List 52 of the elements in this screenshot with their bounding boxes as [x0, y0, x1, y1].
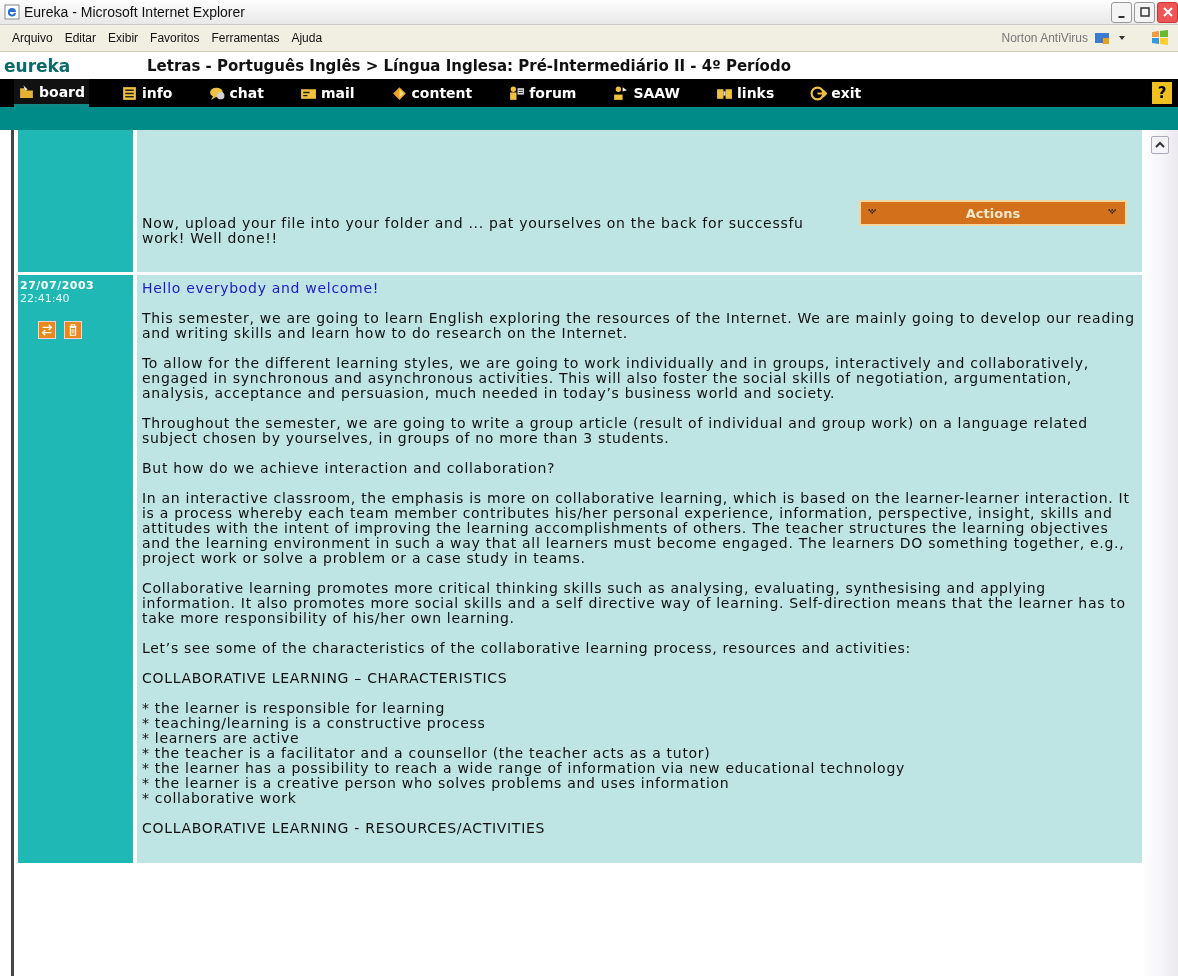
text-line: Now, upload your file into your folder and ... pat yourselves on the back for successfu	[142, 216, 804, 231]
window-title: Eureka - Microsoft Internet Explorer	[24, 4, 246, 20]
help-button[interactable]: ?	[1152, 82, 1172, 104]
forward-button[interactable]	[38, 321, 56, 339]
menu-item[interactable]: Editar	[58, 31, 103, 45]
menu-item[interactable]: Ajuda	[285, 31, 329, 45]
list-item: * the learner has a possibility to reach a wide range of information via new educational technology	[142, 761, 906, 776]
site-logo[interactable]: eureka	[0, 55, 147, 76]
flag-logo-icon	[1150, 28, 1170, 48]
menu-item[interactable]: Favoritos	[144, 31, 206, 45]
swap-arrows-icon	[40, 323, 54, 337]
diamond-icon	[390, 84, 408, 102]
list-item: * teaching/learning is a constructive process	[142, 716, 487, 731]
nav-tab[interactable]: board	[14, 79, 89, 107]
post-title[interactable]: Hello everybody and welcome!	[142, 281, 1136, 296]
scroll-up-button[interactable]	[1151, 136, 1169, 154]
list-icon	[121, 84, 138, 102]
folder-icon	[18, 83, 35, 100]
paragraph: But how do we achieve interaction and collaboration?	[142, 461, 557, 476]
paragraph: Let’s see some of the characteristics of the collaborative learning process, resources and activities:	[142, 641, 912, 656]
list-item: * learners are active	[142, 731, 301, 746]
menu-item[interactable]: Arquivo	[6, 31, 59, 45]
toolbar-label[interactable]: Norton AntiVirus	[1001, 31, 1088, 45]
post-time: 22:41:40	[20, 292, 71, 305]
menu-item[interactable]: Ferramentas	[205, 31, 286, 45]
list-item: * the teacher is a facilitator and a counsellor (the teacher acts as a tutor)	[142, 746, 712, 761]
paragraph: COLLABORATIVE LEARNING - RESOURCES/ACTIVITIES	[142, 821, 547, 836]
paragraph: COLLABORATIVE LEARNING – CHARACTERISTICS	[142, 671, 509, 686]
breadcrumb: Letras - Português Inglês > Língua Inglesa: Pré-Intermediário II - 4º Período	[147, 56, 791, 75]
toolbar-icon[interactable]	[1094, 30, 1110, 46]
caret-up-icon	[1155, 140, 1165, 150]
paragraph: In an interactive classroom, the emphasis is more on collaborative learning, which is based on the learner-learner interaction. It is a process whereby each team member contributes his/her personal experience, information, perspective, insight, skills and attitudes with the intent of improving the learning accomplishments of others. The teacher structures the learning objectives and the learning environment in such a way that all learners must become engaged. The learners DO something together, e.g., project work or solve a problem or a case study in teams.	[142, 491, 1131, 566]
paragraph: This semester, we are going to learn English exploring the resources of the Internet. We are mainly going to develop our reading and writing skills and learn how to do research on the Internet.	[142, 311, 1136, 341]
list-item: * collaborative work	[142, 791, 298, 806]
people-icon	[508, 84, 526, 102]
close-icon	[1162, 7, 1173, 17]
post-date: 27/07/2003	[20, 279, 96, 292]
text-line: work! Well done!!	[142, 231, 278, 246]
browser-icon	[4, 4, 20, 20]
maximize-button[interactable]	[1134, 1, 1155, 23]
list-item: * the learner is a creative person who solves problems and uses information	[142, 776, 731, 791]
paragraph: To allow for the different learning styles, we are going to work individually and in groups, interactively and collaboratively, engaged in synchronous and asynchronous activities. This will also foster the social skills of negotiation, argumentation, analysis, acceptance and persuasion, much needed in today’s business world and society.	[142, 356, 1090, 401]
paragraph: Throughout the semester, we are going to write a group article (result of individual and group work) on a language related subject chosen by yourselves, in groups of no more than 3 students.	[142, 416, 1089, 446]
delete-button[interactable]	[64, 321, 82, 339]
minimize-button[interactable]	[1111, 1, 1132, 23]
dropdown-arrow-icon[interactable]	[1118, 34, 1126, 42]
maximize-icon	[1139, 7, 1150, 17]
close-button[interactable]	[1157, 1, 1178, 23]
minimize-icon	[1118, 16, 1125, 18]
list-item: * the learner is responsible for learning	[142, 701, 446, 716]
paragraph: Collaborative learning promotes more critical thinking skills such as analysing, evaluating, synthesising and applying information. It also promotes more social skills and a self directive way of learning. Self-direction means that the learner has to take more responsibility of his/her own learning.	[142, 581, 1127, 626]
menu-item[interactable]: Exibir	[102, 31, 145, 45]
